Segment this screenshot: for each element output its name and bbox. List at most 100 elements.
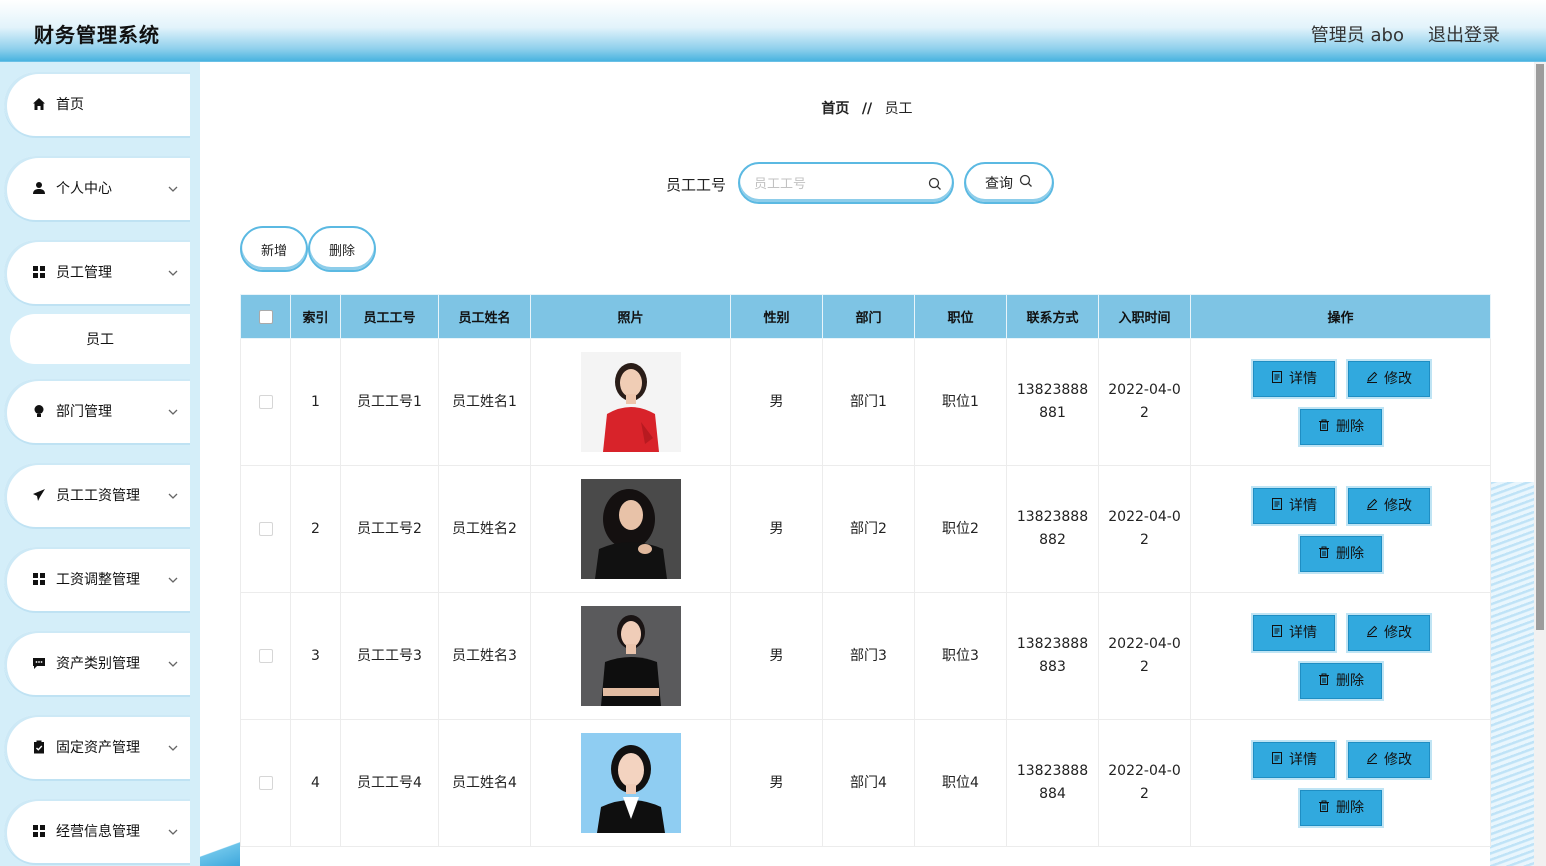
- edit-button[interactable]: 修改: [1348, 615, 1430, 651]
- background-decoration: [1490, 482, 1534, 866]
- query-button-label: 查询: [985, 176, 1013, 192]
- row-checkbox[interactable]: [258, 394, 273, 409]
- document-icon: [1271, 749, 1283, 772]
- chevron-down-icon: [168, 489, 178, 505]
- edit-label: 修改: [1384, 751, 1412, 768]
- logout-link[interactable]: 退出登录: [1428, 21, 1500, 47]
- column-header[interactable]: 联系方式: [1006, 294, 1099, 339]
- search-box: [738, 162, 954, 204]
- row-delete-button[interactable]: 删除: [1300, 409, 1382, 445]
- sidebar-item-home[interactable]: 首页: [4, 72, 190, 136]
- sidebar-subitem-employee[interactable]: 员工: [10, 314, 190, 364]
- phone-line: 882: [1039, 532, 1066, 548]
- row-delete-button[interactable]: 删除: [1300, 663, 1382, 699]
- sidebar-item-fixed-asset-mgmt[interactable]: 固定资产管理: [4, 715, 190, 779]
- row-actions: 详情 修改 删除: [1191, 339, 1489, 465]
- chat-icon: [32, 656, 46, 670]
- position-cell: 职位2: [914, 465, 1007, 593]
- select-all-checkbox[interactable]: [258, 309, 273, 324]
- sidebar-item-business-info-mgmt[interactable]: 经营信息管理: [4, 799, 190, 863]
- edit-button[interactable]: 修改: [1348, 488, 1430, 524]
- sidebar-item-salary-mgmt[interactable]: 员工工资管理: [4, 463, 190, 527]
- column-header[interactable]: 性别: [730, 294, 823, 339]
- column-header[interactable]: 入职时间: [1098, 294, 1191, 339]
- user-label: 管理员 abo: [1310, 25, 1404, 46]
- row-delete-button[interactable]: 删除: [1300, 790, 1382, 826]
- date-line: 2: [1140, 659, 1149, 675]
- row-select-cell: [240, 592, 291, 720]
- sidebar-item-label: 首页: [56, 97, 84, 113]
- row-checkbox[interactable]: [258, 775, 273, 790]
- detail-label: 详情: [1289, 370, 1317, 387]
- phone-line: 13823888: [1016, 636, 1089, 652]
- document-icon: [1271, 368, 1283, 391]
- row-checkbox[interactable]: [258, 648, 273, 663]
- edit-icon: [1366, 495, 1378, 518]
- sidebar-item-department-mgmt[interactable]: 部门管理: [4, 379, 190, 443]
- detail-button[interactable]: 详情: [1253, 742, 1335, 778]
- search-icon[interactable]: [928, 176, 942, 195]
- sidebar-item-salary-adjust-mgmt[interactable]: 工资调整管理: [4, 547, 190, 611]
- photo-cell: [530, 719, 731, 847]
- column-header[interactable]: 员工姓名: [438, 294, 531, 339]
- column-header[interactable]: 部门: [822, 294, 915, 339]
- position-cell: 职位1: [914, 338, 1007, 466]
- detail-button[interactable]: 详情: [1253, 361, 1335, 397]
- clipboard-icon: [32, 740, 46, 754]
- row-select-cell: [240, 338, 291, 466]
- phone-cell: 13823888 883: [1006, 592, 1099, 720]
- edit-button[interactable]: 修改: [1348, 361, 1430, 397]
- phone-line: 884: [1039, 786, 1066, 802]
- phone-line: 13823888: [1016, 763, 1089, 779]
- phone-cell: 13823888 882: [1006, 465, 1099, 593]
- query-button[interactable]: 查询: [964, 162, 1054, 204]
- sidebar-item-asset-category-mgmt[interactable]: 资产类别管理: [4, 631, 190, 695]
- column-header[interactable]: 职位: [914, 294, 1007, 339]
- hire-date-cell: 2022-04-0 2: [1098, 719, 1191, 847]
- detail-button[interactable]: 详情: [1253, 488, 1335, 524]
- gender-cell: 男: [730, 592, 823, 720]
- column-header[interactable]: 员工工号: [340, 294, 439, 339]
- edit-label: 修改: [1384, 624, 1412, 641]
- row-delete-button[interactable]: 删除: [1300, 536, 1382, 572]
- breadcrumb-home[interactable]: 首页: [821, 101, 849, 117]
- edit-button[interactable]: 修改: [1348, 742, 1430, 778]
- column-header: 操作: [1190, 294, 1491, 339]
- row-select-cell: [240, 719, 291, 847]
- edit-label: 修改: [1384, 370, 1412, 387]
- scrollbar-thumb[interactable]: [1536, 64, 1544, 630]
- gender-cell: 男: [730, 465, 823, 593]
- trash-icon: [1318, 797, 1330, 820]
- column-header[interactable]: 照片: [530, 294, 731, 339]
- sidebar-item-profile[interactable]: 个人中心: [4, 156, 190, 220]
- detail-label: 详情: [1289, 624, 1317, 641]
- add-button[interactable]: 新增: [240, 226, 308, 272]
- delete-button[interactable]: 删除: [308, 226, 376, 272]
- edit-label: 修改: [1384, 497, 1412, 514]
- sidebar-item-employee-mgmt[interactable]: 员工管理: [4, 240, 190, 304]
- index-cell: 3: [290, 592, 341, 720]
- detail-label: 详情: [1289, 751, 1317, 768]
- vertical-scrollbar[interactable]: [1534, 62, 1546, 866]
- row-checkbox[interactable]: [258, 521, 273, 536]
- index-cell: 4: [290, 719, 341, 847]
- dept-cell: 部门3: [822, 592, 915, 720]
- select-all-cell: [240, 294, 291, 339]
- actions-cell: 详情 修改 删除: [1190, 465, 1491, 593]
- phone-line: 13823888: [1016, 509, 1089, 525]
- column-header[interactable]: 索引: [290, 294, 341, 339]
- delete-label: 删除: [1336, 418, 1364, 435]
- search-icon: [1019, 174, 1033, 192]
- search-input[interactable]: [754, 174, 924, 194]
- emp-no-cell: 员工工号2: [340, 465, 439, 593]
- index-cell: 1: [290, 338, 341, 466]
- delete-label: 删除: [1336, 799, 1364, 816]
- delete-label: 删除: [1336, 545, 1364, 562]
- date-line: 2022-04-0: [1108, 382, 1181, 398]
- name-cell: 员工姓名3: [438, 592, 531, 720]
- table-row: 3 员工工号3 员工姓名3 男 部门3 职位3 13823888 883 202…: [240, 592, 1491, 720]
- actions-cell: 详情 修改 删除: [1190, 592, 1491, 720]
- row-actions: 详情 修改 删除: [1191, 720, 1489, 846]
- phone-line: 13823888: [1016, 382, 1089, 398]
- detail-button[interactable]: 详情: [1253, 615, 1335, 651]
